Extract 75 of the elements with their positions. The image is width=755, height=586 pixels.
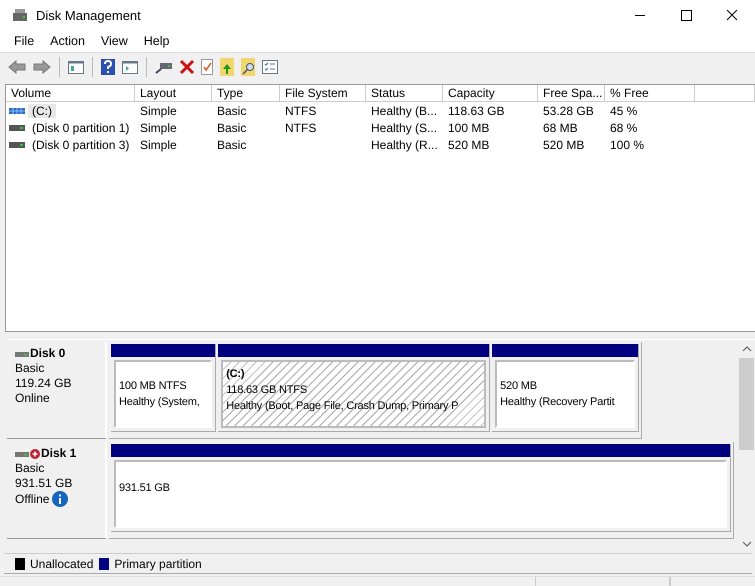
partition-label: (C:) [226,367,246,382]
disk-label-panel[interactable]: Disk 1 Basic 931.51 GB Offline [7,442,107,539]
console-tree-icon[interactable] [67,59,85,75]
action-pane-icon[interactable] [121,59,139,75]
column-header[interactable]: Layout [135,85,212,102]
disk-status: Online [15,391,50,406]
menu-item[interactable]: Action [42,34,93,48]
checked-document-icon[interactable] [200,58,214,76]
column-header[interactable]: % Free [605,85,695,102]
column-header[interactable]: Capacity [443,85,538,102]
legend-label: Primary partition [114,556,202,570]
table-cell: Basic [217,120,246,134]
scroll-down-icon[interactable] [742,541,752,547]
table-cell: Healthy (B... [371,104,438,118]
table-cell: 68 % [610,120,638,134]
disk-management-icon [12,7,28,23]
table-cell: 520 MB [448,138,490,152]
back-arrow-icon[interactable] [7,58,27,76]
partition-status: Healthy (System, [119,395,201,410]
disk-type: Basic [15,361,46,376]
column-header[interactable]: Volume [6,85,135,102]
table-cell: NTFS [285,120,316,134]
error-icon [30,448,40,458]
empty-column-header [695,85,755,102]
table-cell: 100 % [610,138,644,152]
scroll-up-icon[interactable] [742,346,752,352]
drive-icon [9,124,25,132]
table-cell: 520 MB [543,138,584,152]
disk-name: Disk 1 [41,446,76,461]
table-cell: Simple [140,120,177,134]
forward-arrow-icon[interactable] [32,58,52,76]
folder-search-icon[interactable] [240,57,256,77]
partition-size: 931.51 GB [119,481,171,496]
table-cell: Basic [217,138,246,152]
disk-size: 931.51 GB [15,476,74,491]
partition-size: 520 MB [500,379,538,394]
column-header[interactable]: Status [366,85,443,102]
info-icon[interactable] [52,491,68,507]
window-title: Disk Management [36,8,141,22]
menu-item[interactable]: File [6,34,42,48]
folder-up-icon[interactable] [219,57,235,77]
table-cell: NTFS [285,104,316,118]
drive-entry[interactable]: (Disk 0 partition 3) [28,138,134,152]
column-header[interactable]: Free Spa... [538,85,605,102]
menu-item[interactable]: View [92,34,136,48]
disk-status: Offline [15,492,50,506]
help-icon[interactable] [100,58,116,76]
disk-size: 119.24 GB [15,376,72,391]
partition-size: 118.63 GB NTFS [226,383,308,398]
delete-icon[interactable] [179,59,195,75]
table-cell: Basic [217,104,246,118]
table-cell: 53.28 GB [543,104,594,118]
table-cell: Simple [140,138,177,152]
table-cell: 45 % [610,104,638,118]
table-cell: 68 MB [543,120,578,134]
drive-entry[interactable]: (Disk 0 partition 1) [28,120,134,134]
disk-label-panel[interactable]: Disk 0 Basic 119.24 GB Online [7,342,107,439]
drive-icon [9,140,25,148]
legend-label: Unallocated [30,556,94,570]
disk-type: Basic [15,461,46,476]
partition-size: 100 MB NTFS [119,379,188,394]
partition-status: Healthy (Recovery Partit [500,395,616,410]
column-header[interactable]: Type [212,85,280,102]
column-header[interactable]: File System [280,85,366,102]
menu-item[interactable]: Help [136,34,178,48]
partition-status: Healthy (Boot, Page File, Crash Dump, Primary P [226,399,460,414]
table-cell: 100 MB [448,120,490,134]
volume-icon [9,106,25,114]
disk-name: Disk 0 [30,346,66,361]
table-cell: Healthy (S... [371,120,438,134]
table-cell: 118.63 GB [448,104,504,118]
drive-entry[interactable]: (C:) [28,104,56,118]
table-cell: Simple [140,104,177,118]
table-cell: Healthy (R... [371,138,438,152]
checklist-icon[interactable] [261,59,279,75]
